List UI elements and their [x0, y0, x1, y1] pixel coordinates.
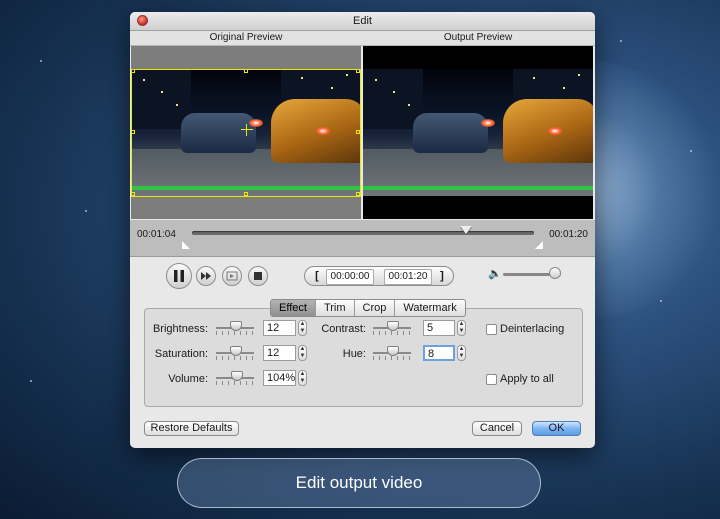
crop-handle[interactable] [131, 69, 135, 73]
output-preview-label: Output Preview [443, 32, 513, 43]
trim-end-handle[interactable] [535, 241, 543, 249]
playhead-handle[interactable] [459, 226, 472, 234]
crop-handle[interactable] [131, 192, 135, 196]
trim-start-handle[interactable] [182, 241, 190, 249]
title-bar: Edit [130, 12, 595, 31]
next-frame-icon [226, 271, 238, 281]
saturation-stepper[interactable]: ▲ ▼ [298, 345, 307, 361]
restore-defaults-button[interactable]: Restore Defaults [144, 421, 239, 436]
output-preview [363, 46, 593, 219]
crop-handle[interactable] [131, 130, 135, 134]
crop-handle[interactable] [356, 192, 360, 196]
volume-knob[interactable] [549, 267, 562, 279]
hue-stepper[interactable]: ▲ ▼ [457, 345, 466, 361]
star [30, 380, 32, 382]
pause-icon [174, 270, 184, 282]
set-end-button[interactable]: ] [436, 269, 448, 283]
tab-crop[interactable]: Crop [355, 300, 396, 316]
stop-icon [254, 272, 262, 280]
brightness-label: Brightness: [152, 323, 208, 335]
fast-forward-button[interactable] [196, 266, 216, 286]
tab-effect[interactable]: Effect [271, 300, 316, 316]
saturation-slider[interactable] [216, 346, 254, 360]
clip-range-control: [ 00:00:00 00:01:20 ] [304, 266, 454, 286]
contrast-slider[interactable] [373, 321, 411, 335]
window-title: Edit [353, 15, 372, 27]
star [40, 60, 42, 62]
original-preview-label: Original Preview [209, 32, 283, 43]
original-preview [131, 46, 361, 219]
brightness-slider[interactable] [216, 321, 254, 335]
apply-to-all-label: Apply to all [500, 373, 554, 385]
crop-handle[interactable] [356, 130, 360, 134]
speaker-icon: 🔈 [488, 268, 502, 280]
preview-labels: Original Preview Output Preview [130, 31, 595, 46]
contrast-stepper[interactable]: ▲ ▼ [457, 320, 466, 336]
contrast-field[interactable]: 5 [423, 320, 455, 336]
star [620, 40, 622, 42]
tab-watermark[interactable]: Watermark [395, 300, 464, 316]
volume-field[interactable]: 104% [263, 370, 296, 386]
volume-stepper[interactable]: ▲ ▼ [298, 370, 307, 386]
current-time: 00:01:04 [137, 229, 176, 240]
ok-button[interactable]: OK [532, 421, 581, 436]
stop-button[interactable] [248, 266, 268, 286]
tab-bar: Effect Trim Crop Watermark [270, 299, 466, 317]
star [690, 150, 692, 152]
pause-button[interactable] [166, 263, 192, 289]
deinterlacing-checkbox[interactable] [486, 324, 497, 335]
deinterlacing-label: Deinterlacing [500, 323, 565, 335]
volume-slider[interactable] [216, 371, 254, 385]
start-time-field[interactable]: 00:00:00 [326, 269, 374, 285]
apply-to-all-checkbox[interactable] [486, 374, 497, 385]
edit-window: Edit Original Preview Output Preview 00:… [130, 12, 595, 448]
fast-forward-icon [201, 272, 211, 280]
next-frame-button[interactable] [222, 266, 242, 286]
crop-handle[interactable] [244, 192, 248, 196]
crop-handle[interactable] [356, 69, 360, 73]
crosshair-icon [241, 124, 253, 136]
set-start-button[interactable]: [ [311, 269, 323, 283]
hue-slider[interactable] [373, 346, 411, 360]
hue-label: Hue: [342, 348, 366, 360]
timeline-track[interactable] [192, 231, 534, 235]
cancel-button[interactable]: Cancel [472, 421, 522, 436]
saturation-label: Saturation: [154, 348, 208, 360]
caption-banner: Edit output video [177, 458, 541, 508]
crop-handle[interactable] [244, 69, 248, 73]
saturation-field[interactable]: 12 [263, 345, 296, 361]
end-time: 00:01:20 [549, 229, 588, 240]
end-time-field[interactable]: 00:01:20 [384, 269, 432, 285]
volume-label: Volume: [168, 373, 208, 385]
brightness-field[interactable]: 12 [263, 320, 296, 336]
brightness-stepper[interactable]: ▲ ▼ [298, 320, 307, 336]
star [660, 300, 662, 302]
star [85, 210, 87, 212]
close-button[interactable] [137, 15, 148, 26]
tab-trim[interactable]: Trim [316, 300, 355, 316]
output-video-frame [363, 69, 593, 196]
hue-field[interactable]: 8 [423, 345, 455, 361]
contrast-label: Contrast: [321, 323, 366, 335]
timeline-bar: 00:01:04 00:01:20 [130, 220, 595, 257]
